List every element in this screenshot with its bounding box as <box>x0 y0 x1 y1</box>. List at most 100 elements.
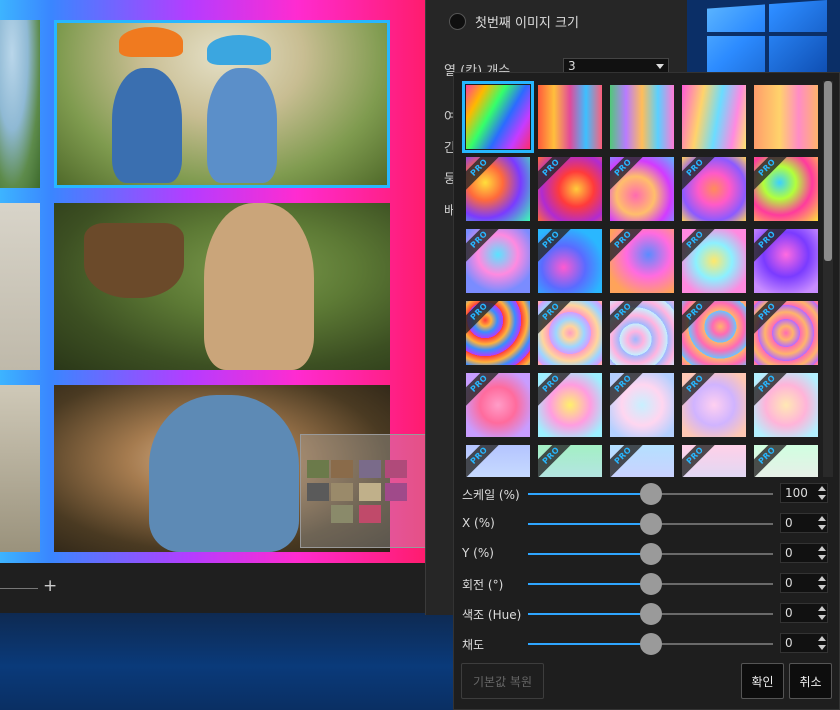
arrow-down-icon[interactable] <box>818 585 826 590</box>
collage-canvas[interactable] <box>0 0 425 563</box>
background-swatch[interactable]: PRO <box>466 373 530 437</box>
slider-track[interactable] <box>528 513 773 535</box>
background-swatch[interactable]: PRO <box>538 373 602 437</box>
ok-button[interactable]: 확인 <box>741 663 784 699</box>
arrow-up-icon[interactable] <box>818 576 826 581</box>
background-swatch[interactable]: PRO <box>682 157 746 221</box>
background-swatch[interactable] <box>462 81 534 153</box>
background-swatch[interactable]: PRO <box>610 373 674 437</box>
background-swatch[interactable]: PRO <box>466 445 530 477</box>
slider-track[interactable] <box>528 633 773 655</box>
arrow-down-icon[interactable] <box>818 555 826 560</box>
arrow-up-icon[interactable] <box>818 546 826 551</box>
arrow-up-icon[interactable] <box>818 486 826 491</box>
value-spinbox[interactable]: 100 <box>780 483 828 503</box>
slider-label: 회전 (°) <box>462 578 504 592</box>
background-swatch[interactable]: PRO <box>538 229 602 293</box>
blue-hat <box>207 35 271 65</box>
value-spinbox[interactable]: 0 <box>780 603 828 623</box>
spinbox-value: 0 <box>785 576 793 590</box>
background-swatch[interactable]: PRO <box>610 445 674 477</box>
background-swatch[interactable]: PRO <box>466 157 530 221</box>
background-swatch[interactable] <box>754 85 818 149</box>
slider-handle[interactable] <box>639 633 662 655</box>
scrollbar-thumb[interactable] <box>824 81 832 261</box>
photo-left-middle[interactable] <box>0 203 40 370</box>
background-swatch[interactable]: PRO <box>754 445 818 477</box>
background-swatch[interactable]: PRO <box>754 157 818 221</box>
background-swatch[interactable]: PRO <box>682 373 746 437</box>
photo-left-top[interactable] <box>0 20 40 188</box>
slider-row: 채도 0 <box>462 633 837 655</box>
logo-divider <box>765 0 769 72</box>
spin-arrows[interactable] <box>817 576 827 592</box>
cancel-button[interactable]: 취소 <box>789 663 832 699</box>
background-swatch[interactable]: PRO <box>610 229 674 293</box>
background-swatch[interactable]: PRO <box>466 229 530 293</box>
slider-handle[interactable] <box>639 483 662 505</box>
slider-handle[interactable] <box>639 543 662 565</box>
slider-track[interactable] <box>528 573 773 595</box>
background-swatch[interactable]: PRO <box>466 301 530 365</box>
spin-arrows[interactable] <box>817 636 827 652</box>
background-swatch[interactable] <box>538 85 602 149</box>
reset-defaults-button[interactable]: 기본값 복원 <box>461 663 544 699</box>
slider-track[interactable] <box>528 543 773 565</box>
background-swatch[interactable]: PRO <box>682 229 746 293</box>
first-image-size-option[interactable]: 첫번째 이미지 크기 <box>449 12 579 31</box>
background-swatch[interactable] <box>610 85 674 149</box>
background-swatch[interactable]: PRO <box>610 157 674 221</box>
value-spinbox[interactable]: 0 <box>780 543 828 563</box>
spin-arrows[interactable] <box>817 516 827 532</box>
photo-children-reading[interactable] <box>54 20 390 188</box>
photo-left-bottom[interactable] <box>0 385 40 552</box>
pro-badge: PRO <box>466 373 505 409</box>
chevron-down-icon <box>656 64 664 69</box>
arrow-up-icon[interactable] <box>818 636 826 641</box>
background-swatch[interactable]: PRO <box>538 445 602 477</box>
background-swatch[interactable] <box>682 85 746 149</box>
pro-badge: PRO <box>466 301 505 337</box>
zoom-in-icon[interactable]: + <box>43 576 57 596</box>
background-swatch[interactable]: PRO <box>682 301 746 365</box>
background-swatch[interactable]: PRO <box>682 445 746 477</box>
swatch-scrollbar[interactable] <box>823 81 833 477</box>
arrow-down-icon[interactable] <box>818 495 826 500</box>
slider-handle[interactable] <box>639 603 662 625</box>
spin-arrows[interactable] <box>817 546 827 562</box>
mini-photo <box>359 483 381 501</box>
arrow-up-icon[interactable] <box>818 606 826 611</box>
mini-photo <box>359 460 381 478</box>
value-spinbox[interactable]: 0 <box>780 633 828 653</box>
pro-badge: PRO <box>538 157 577 193</box>
background-swatch[interactable]: PRO <box>754 301 818 365</box>
photo-girl-flowers[interactable] <box>54 203 390 370</box>
background-swatch[interactable]: PRO <box>610 301 674 365</box>
pro-badge: PRO <box>610 229 649 265</box>
spinbox-value: 0 <box>785 546 793 560</box>
background-swatch[interactable]: PRO <box>538 301 602 365</box>
background-swatch[interactable]: PRO <box>754 373 818 437</box>
slider-track[interactable] <box>528 483 773 505</box>
zoom-slider-track[interactable] <box>0 588 38 589</box>
spin-arrows[interactable] <box>817 486 827 502</box>
arrow-down-icon[interactable] <box>818 525 826 530</box>
arrow-up-icon[interactable] <box>818 516 826 521</box>
background-swatch[interactable]: PRO <box>538 157 602 221</box>
slider-handle[interactable] <box>639 513 662 535</box>
background-swatch[interactable]: PRO <box>754 229 818 293</box>
pro-badge: PRO <box>538 301 577 337</box>
spin-arrows[interactable] <box>817 606 827 622</box>
value-spinbox[interactable]: 0 <box>780 513 828 533</box>
mini-photo <box>359 505 381 523</box>
arrow-down-icon[interactable] <box>818 645 826 650</box>
spinbox-value: 0 <box>785 516 793 530</box>
arrow-down-icon[interactable] <box>818 615 826 620</box>
flower-basket <box>84 223 184 298</box>
slider-row: 스케일 (%) 100 <box>462 483 837 505</box>
slider-label: X (%) <box>462 516 495 530</box>
value-spinbox[interactable]: 0 <box>780 573 828 593</box>
radio-icon[interactable] <box>449 13 466 30</box>
slider-track[interactable] <box>528 603 773 625</box>
slider-handle[interactable] <box>639 573 662 595</box>
